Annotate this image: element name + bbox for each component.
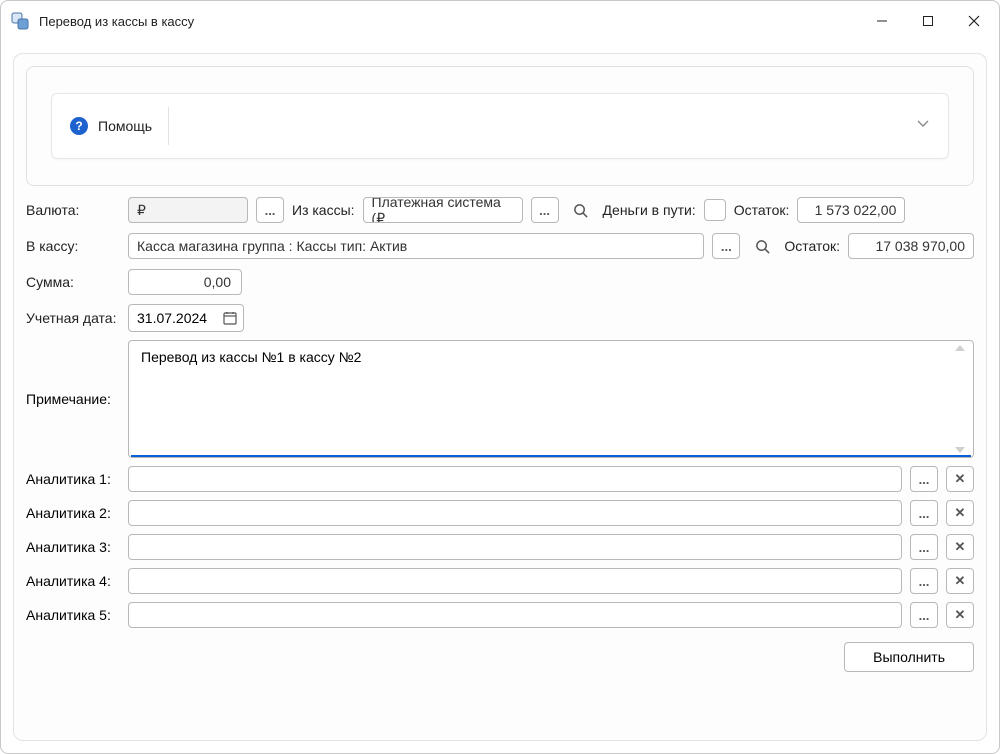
analytics-5-clear-button[interactable]: ✕ — [946, 602, 974, 628]
note-textarea[interactable] — [139, 347, 953, 451]
label-analytics-5: Аналитика 5: — [26, 607, 120, 623]
analytics-1-picker-button[interactable]: ... — [910, 466, 938, 492]
to-cash-picker-button[interactable]: ... — [712, 233, 740, 259]
label-to-cash: В кассу: — [26, 238, 120, 254]
balance-from-field: 1 573 022,00 — [797, 197, 905, 223]
analytics-5-input[interactable] — [128, 602, 902, 628]
from-cash-picker-button[interactable]: ... — [531, 197, 559, 223]
search-icon — [573, 203, 588, 218]
analytics-2-picker-button[interactable]: ... — [910, 500, 938, 526]
sum-input[interactable] — [128, 269, 242, 295]
analytics-5-picker-button[interactable]: ... — [910, 602, 938, 628]
client-area: ? Помощь Валюта: ₽ ... Из кассы: Платеж — [1, 41, 999, 753]
analytics-3-input[interactable] — [128, 534, 902, 560]
label-analytics-2: Аналитика 2: — [26, 505, 120, 521]
note-focus-underline — [131, 455, 971, 457]
analytics-1-clear-button[interactable]: ✕ — [946, 466, 974, 492]
row-execute: Выполнить — [26, 642, 974, 672]
calendar-button[interactable] — [217, 305, 243, 331]
label-analytics-1: Аналитика 1: — [26, 471, 120, 487]
accounting-date-field[interactable] — [128, 304, 244, 332]
row-analytics-4: Аналитика 4: ... ✕ — [26, 568, 974, 594]
analytics-3-clear-button[interactable]: ✕ — [946, 534, 974, 560]
window-title: Перевод из кассы в кассу — [39, 14, 859, 29]
analytics-4-picker-button[interactable]: ... — [910, 568, 938, 594]
row-analytics-5: Аналитика 5: ... ✕ — [26, 602, 974, 628]
note-scrollbar[interactable] — [955, 345, 969, 453]
execute-button[interactable]: Выполнить — [844, 642, 974, 672]
calendar-icon — [223, 311, 237, 325]
row-note: Примечание: — [26, 340, 974, 458]
analytics-4-input[interactable] — [128, 568, 902, 594]
search-icon — [755, 239, 770, 254]
analytics-3-picker-button[interactable]: ... — [910, 534, 938, 560]
analytics-2-clear-button[interactable]: ✕ — [946, 500, 974, 526]
close-button[interactable] — [951, 5, 997, 37]
label-sum: Сумма: — [26, 274, 120, 290]
row-analytics-3: Аналитика 3: ... ✕ — [26, 534, 974, 560]
titlebar: Перевод из кассы в кассу — [1, 1, 999, 41]
note-field[interactable] — [128, 340, 974, 458]
currency-field[interactable]: ₽ — [128, 197, 248, 223]
scroll-up-icon — [955, 345, 965, 351]
from-cash-field[interactable]: Платежная система (₽ — [363, 197, 523, 223]
app-window: Перевод из кассы в кассу ? Помощь — [0, 0, 1000, 754]
label-in-transit: Деньги в пути: — [603, 202, 696, 218]
minimize-button[interactable] — [859, 5, 905, 37]
label-note: Примечание: — [26, 391, 120, 407]
to-cash-field[interactable]: Касса магазина группа : Кассы тип: Актив — [128, 233, 704, 259]
help-icon: ? — [70, 117, 88, 135]
from-cash-search-button[interactable] — [567, 197, 595, 223]
help-separator — [168, 107, 169, 145]
help-section: ? Помощь — [26, 66, 974, 186]
row-from: Валюта: ₽ ... Из кассы: Платежная систем… — [26, 196, 974, 224]
to-cash-search-button[interactable] — [748, 233, 776, 259]
balance-to-field: 17 038 970,00 — [848, 233, 974, 259]
label-accounting-date: Учетная дата: — [26, 310, 120, 326]
row-analytics-2: Аналитика 2: ... ✕ — [26, 500, 974, 526]
maximize-button[interactable] — [905, 5, 951, 37]
analytics-4-clear-button[interactable]: ✕ — [946, 568, 974, 594]
currency-picker-button[interactable]: ... — [256, 197, 284, 223]
in-transit-checkbox[interactable] — [704, 199, 726, 221]
row-sum: Сумма: — [26, 268, 974, 296]
form: Валюта: ₽ ... Из кассы: Платежная систем… — [26, 196, 974, 672]
label-analytics-3: Аналитика 3: — [26, 539, 120, 555]
row-date: Учетная дата: — [26, 304, 974, 332]
label-currency: Валюта: — [26, 202, 120, 218]
accounting-date-input[interactable] — [129, 310, 217, 326]
app-icon — [11, 12, 29, 30]
label-balance-from: Остаток: — [734, 202, 790, 218]
main-panel: ? Помощь Валюта: ₽ ... Из кассы: Платеж — [13, 53, 987, 741]
analytics-2-input[interactable] — [128, 500, 902, 526]
scroll-down-icon — [955, 447, 965, 453]
row-to: В кассу: Касса магазина группа : Кассы т… — [26, 232, 974, 260]
help-label: Помощь — [98, 118, 152, 134]
help-card[interactable]: ? Помощь — [51, 93, 949, 159]
label-from-cash: Из кассы: — [292, 202, 355, 218]
analytics-1-input[interactable] — [128, 466, 902, 492]
row-analytics-1: Аналитика 1: ... ✕ — [26, 466, 974, 492]
label-analytics-4: Аналитика 4: — [26, 573, 120, 589]
label-balance-to: Остаток: — [784, 238, 840, 254]
chevron-down-icon — [916, 117, 930, 136]
